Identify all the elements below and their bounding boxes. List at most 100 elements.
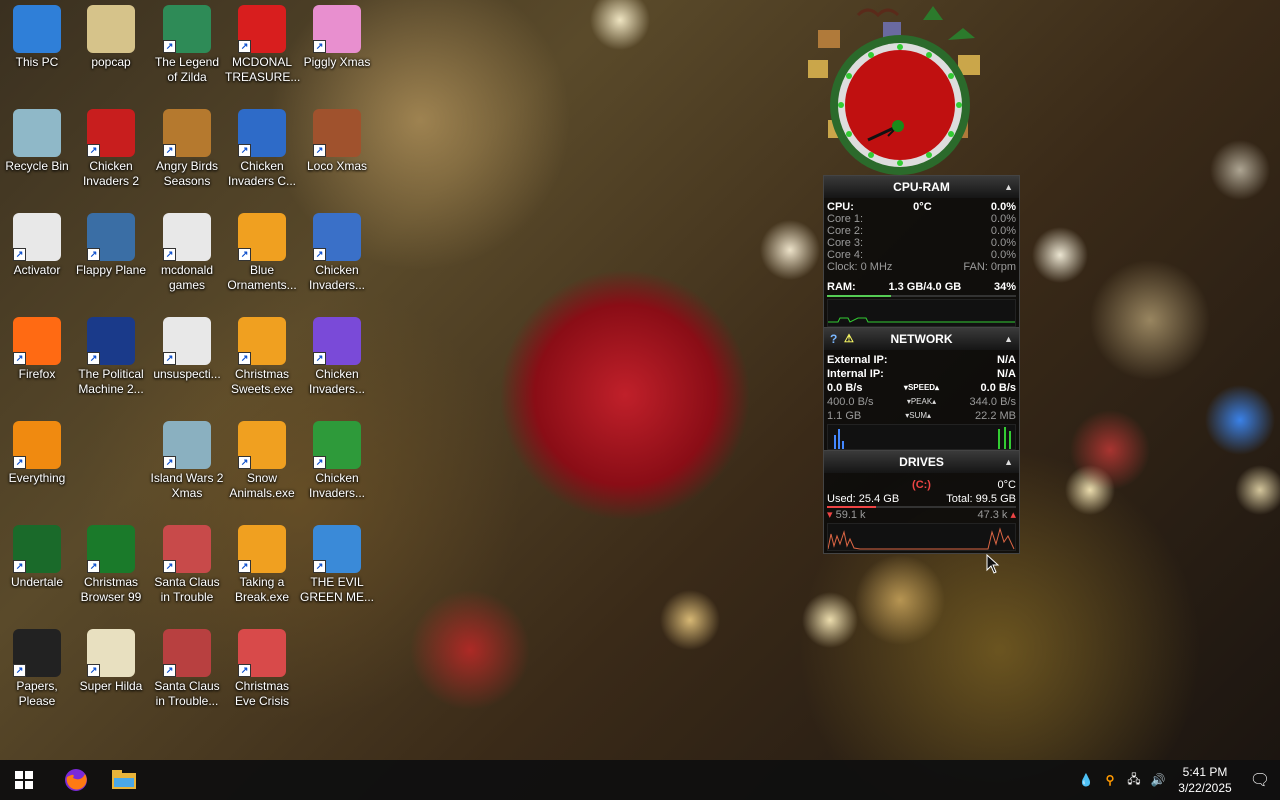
network-graph: [827, 424, 1016, 450]
people-icon: ↗: [313, 525, 361, 573]
desktop-icon[interactable]: ↗ Christmas Sweets.exe: [225, 312, 299, 397]
start-button[interactable]: [0, 760, 48, 800]
desktop-icon[interactable]: ↗ Super Hilda: [74, 624, 148, 694]
help-icon[interactable]: ?: [830, 328, 837, 350]
desktop-icon[interactable]: ↗ The Political Machine 2...: [74, 312, 148, 397]
desktop-icon[interactable]: ↗ Santa Claus in Trouble: [150, 520, 224, 605]
desktop-icon[interactable]: ↗ THE EVIL GREEN ME...: [300, 520, 374, 605]
desktop-icon[interactable]: ↗ MCDONAL TREASURE...: [225, 0, 300, 85]
mouse-cursor-icon: [986, 554, 1000, 574]
desktop-icon[interactable]: ↗ Chicken Invaders 2: [74, 104, 148, 189]
desktop-icon[interactable]: ↗ unsuspecti...: [150, 312, 224, 382]
desktop-icon[interactable]: This PC: [0, 0, 74, 70]
mcdonalds-icon: ↗: [238, 5, 286, 53]
desktop-icon[interactable]: ↗ Everything: [0, 416, 74, 486]
desktop-icon[interactable]: ↗ Island Wars 2 Xmas: [150, 416, 224, 501]
read-arrow-icon: ▾: [827, 509, 836, 521]
desktop-icon[interactable]: ↗ Snow Animals.exe: [225, 416, 299, 501]
desktop-icon[interactable]: ↗ Activator: [0, 208, 74, 278]
everything-search-tray-icon[interactable]: ⚲: [1098, 773, 1122, 787]
network-header[interactable]: ? ⚠ NETWORK ▲: [824, 328, 1019, 350]
tree-icon: ↗: [87, 525, 135, 573]
notification-icon[interactable]: 🗨: [1240, 770, 1280, 790]
collapse-icon[interactable]: ▲: [1004, 176, 1013, 198]
desktop-icon[interactable]: ↗ Santa Claus in Trouble...: [150, 624, 224, 709]
sum-down: 1.1 GB: [827, 410, 862, 422]
upload-graph-bar: [1004, 427, 1006, 449]
shortcut-arrow-icon: ↗: [238, 248, 251, 261]
desktop-icon[interactable]: ↗ mcdonald games: [150, 208, 224, 293]
collapse-icon[interactable]: ▲: [1004, 328, 1013, 350]
taskbar-file-explorer-button[interactable]: [100, 760, 148, 800]
drop-icon[interactable]: 💧: [1074, 773, 1098, 787]
desktop-icon[interactable]: ↗ Christmas Browser 99: [74, 520, 148, 605]
network-tray-icon[interactable]: 🖧: [1122, 770, 1146, 791]
desktop-icon[interactable]: ↗ Chicken Invaders...: [300, 208, 374, 293]
desktop-icon-label: Recycle Bin: [5, 159, 69, 173]
desktop-icon-label: Chicken Invaders...: [308, 471, 366, 500]
clock-speed: Clock: 0 MHz: [827, 261, 893, 273]
core-row: Core 2: 0.0%: [824, 225, 1019, 237]
taskbar-firefox-button[interactable]: [52, 760, 100, 800]
collapse-icon[interactable]: ▲: [1004, 451, 1013, 473]
drives-header[interactable]: DRIVES ▲: [824, 451, 1019, 473]
drives-title: DRIVES: [899, 455, 944, 469]
desktop-icon[interactable]: ↗ Chicken Invaders C...: [225, 104, 299, 189]
shortcut-arrow-icon: ↗: [238, 560, 251, 573]
desktop-icon-label: popcap: [91, 55, 131, 69]
ram-percent: 34%: [993, 281, 1016, 293]
external-ip-row: External IP: N/A: [824, 354, 1019, 366]
network-title: NETWORK: [890, 332, 953, 346]
shortcut-arrow-icon: ↗: [87, 664, 100, 677]
desktop-icon-label: mcdonald games: [160, 263, 214, 292]
shortcut-arrow-icon: ↗: [13, 456, 26, 469]
desktop-icon[interactable]: ↗ Loco Xmas: [300, 104, 374, 174]
cpu-ram-header[interactable]: CPU-RAM ▲: [824, 176, 1019, 198]
shortcut-arrow-icon: ↗: [313, 560, 326, 573]
ram-row: RAM: 1.3 GB/4.0 GB 34%: [824, 281, 1019, 293]
christmas-clock-gadget: [808, 6, 980, 175]
desktop-icon[interactable]: ↗ Taking a Break.exe: [225, 520, 299, 605]
desktop-icon[interactable]: ↗ Chicken Invaders...: [300, 312, 374, 397]
computer-icon: [13, 5, 61, 53]
desktop-icon[interactable]: popcap: [74, 0, 148, 70]
external-ip-value: N/A: [997, 354, 1016, 366]
chicken-icon: ↗: [238, 109, 286, 157]
clock-fan-row: Clock: 0 MHz FAN: 0rpm: [824, 261, 1019, 273]
desktop-icon-label: The Legend of Zilda: [154, 55, 220, 84]
desktop-icon-label: Chicken Invaders C...: [227, 159, 297, 188]
pig-icon: ↗: [313, 5, 361, 53]
desktop-icon-label: Flappy Plane: [75, 263, 147, 277]
desktop-icon[interactable]: Recycle Bin: [0, 104, 74, 174]
shortcut-arrow-icon: ↗: [238, 456, 251, 469]
upload-graph-bar: [1009, 431, 1011, 449]
desktop-icon-label: Christmas Sweets.exe: [230, 367, 294, 396]
folder-icon: [112, 770, 136, 789]
desktop-icon[interactable]: ↗ Firefox: [0, 312, 74, 382]
shortcut-arrow-icon: ↗: [163, 248, 176, 261]
ram-usage-fill: [827, 295, 892, 297]
game-icon: ↗: [163, 421, 211, 469]
desktop-icon-label: Super Hilda: [79, 679, 143, 693]
taskbar-clock[interactable]: 5:41 PM 3/22/2025: [1170, 764, 1240, 796]
warning-icon[interactable]: ⚠: [844, 328, 854, 350]
sum-row: 1.1 GB ▾SUM▴ 22.2 MB: [824, 410, 1019, 422]
shortcut-arrow-icon: ↗: [13, 664, 26, 677]
desktop-icon[interactable]: ↗ Flappy Plane: [74, 208, 148, 278]
desktop-icon[interactable]: ↗ Blue Ornaments...: [225, 208, 299, 293]
drive-temp: 0°C: [997, 479, 1016, 491]
desktop-icon-label: Firefox: [18, 367, 56, 381]
desktop-icon-label: Christmas Browser 99: [80, 575, 142, 604]
desktop-icon[interactable]: ↗ Chicken Invaders...: [300, 416, 374, 501]
download-graph-bar: [834, 435, 836, 449]
desktop-icon[interactable]: ↗ Christmas Eve Crisis: [225, 624, 299, 709]
cpu-ram-widget: CPU-RAM ▲ CPU: 0°C 0.0% Core 1: 0.0% Cor…: [823, 175, 1020, 330]
desktop-icon[interactable]: ↗ Papers, Please: [0, 624, 74, 709]
core-label: Core 1:: [827, 213, 864, 225]
desktop-icon[interactable]: ↗ Angry Birds Seasons: [150, 104, 224, 189]
desktop-icon[interactable]: ↗ Undertale: [0, 520, 74, 590]
desktop-icon-label: Snow Animals.exe: [229, 471, 295, 500]
volume-icon[interactable]: 🔊: [1146, 773, 1170, 787]
desktop-icon[interactable]: ↗ Piggly Xmas: [300, 0, 374, 70]
desktop-icon[interactable]: ↗ The Legend of Zilda: [150, 0, 224, 85]
